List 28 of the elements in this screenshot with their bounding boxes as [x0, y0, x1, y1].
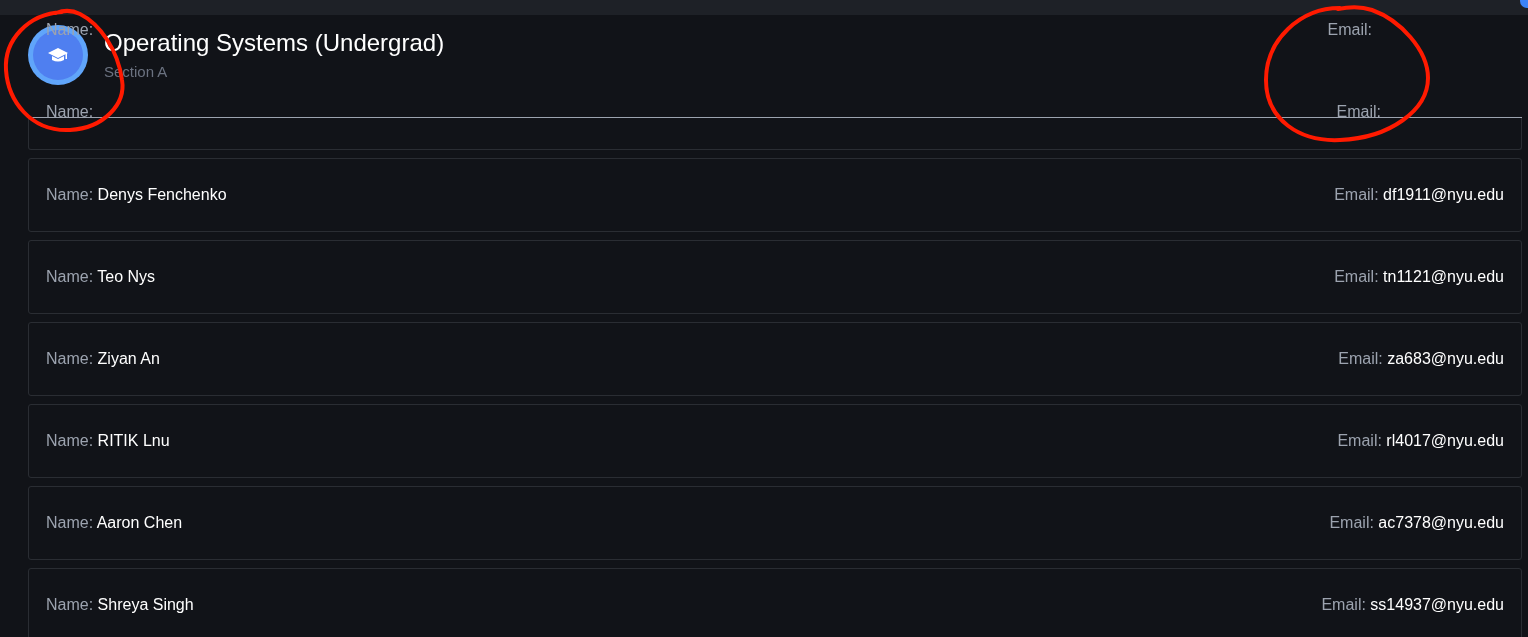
student-email: ss14937@nyu.edu	[1370, 596, 1504, 613]
student-email: rl4017@nyu.edu	[1386, 432, 1504, 449]
name-label: Name:	[46, 186, 94, 203]
student-email: tn1121@nyu.edu	[1383, 268, 1504, 285]
email-label: Email:	[1338, 350, 1383, 367]
student-name: Aaron Chen	[96, 514, 183, 531]
name-label: Name:	[46, 514, 94, 531]
field-label: Email:	[1327, 21, 1372, 39]
student-email: ac7378@nyu.edu	[1378, 514, 1504, 531]
student-name: Denys Fenchenko	[97, 186, 227, 203]
name-label: Name:	[46, 432, 94, 449]
student-name: RITIK Lnu	[97, 432, 170, 449]
email-label: Email:	[1334, 186, 1379, 203]
student-name: Teo Nys	[97, 268, 156, 285]
name-label: Name:	[46, 350, 94, 367]
email-label: Email:	[1329, 514, 1374, 531]
email-label: Email:	[1321, 596, 1366, 613]
graduation-cap-icon	[48, 47, 68, 63]
student-name: Ziyan An	[97, 350, 160, 367]
email-label: Email:	[1334, 268, 1379, 285]
student-name: Shreya Singh	[97, 596, 194, 613]
student-email: df1911@nyu.edu	[1383, 186, 1504, 203]
name-label: Name:	[46, 268, 94, 285]
name-label: Name:	[46, 596, 94, 613]
email-label: Email:	[1337, 432, 1382, 449]
student-email: za683@nyu.edu	[1387, 350, 1504, 367]
field-label: Email:	[1336, 103, 1381, 121]
field-label: Name:	[46, 103, 94, 121]
